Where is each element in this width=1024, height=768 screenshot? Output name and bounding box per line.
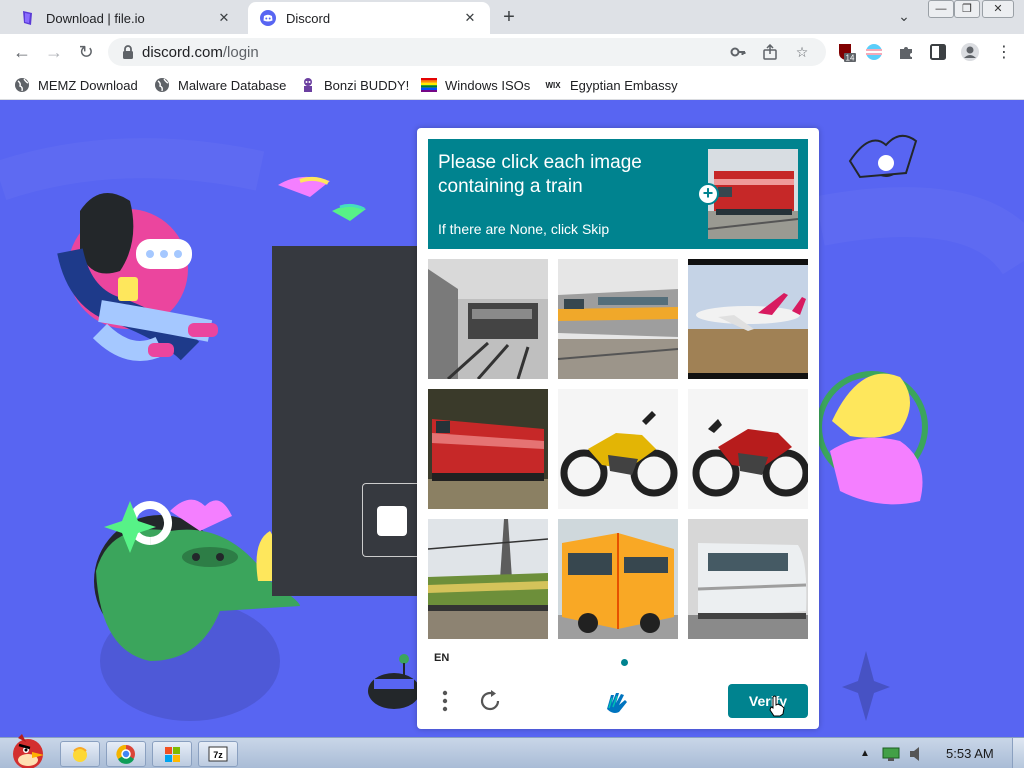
url-path: /login	[222, 44, 259, 61]
taskbar-chrome[interactable]	[106, 741, 146, 767]
bookmark-label: Bonzi BUDDY!	[324, 77, 410, 93]
challenge-image-6[interactable]	[688, 389, 808, 509]
new-tab-button[interactable]: +	[498, 6, 520, 28]
challenge-image-9[interactable]	[688, 519, 808, 639]
bookmark-label: Malware Database	[178, 77, 287, 93]
taskbar-7zip[interactable]: 7z	[198, 741, 238, 767]
rainbow-flag-icon	[421, 77, 437, 93]
url-host: discord.com	[142, 44, 223, 61]
add-example-icon[interactable]: +	[697, 183, 719, 205]
bookmark-label: MEMZ Download	[38, 77, 138, 93]
hand-cursor-icon	[769, 695, 785, 717]
bookmark-malware-database[interactable]: Malware Database	[154, 76, 286, 94]
windows-flag-icon	[165, 747, 180, 762]
bookmark-egyptian-embassy[interactable]: WIX Egyptian Embassy	[544, 76, 678, 94]
sample-train-image	[708, 149, 798, 239]
system-clock[interactable]: 5:53 AM	[946, 738, 994, 768]
qr-square-icon	[377, 506, 407, 536]
tab-close-icon[interactable]: ✕	[462, 10, 478, 26]
challenge-skip-hint: If there are None, click Skip	[438, 221, 610, 237]
language-selector[interactable]: EN	[434, 652, 449, 664]
verify-button[interactable]: Verify	[728, 684, 808, 718]
tab-discord[interactable]: Discord ✕	[248, 2, 490, 34]
wix-icon: WIX	[545, 80, 561, 90]
angry-bird-start-icon[interactable]	[4, 730, 52, 768]
bookmark-bonzi-buddy[interactable]: Bonzi BUDDY!	[300, 76, 409, 94]
tab-title: Discord	[286, 10, 331, 26]
challenge-image-4[interactable]	[428, 389, 548, 509]
discord-favicon-icon	[260, 10, 276, 26]
page-indicator-dot	[621, 659, 628, 666]
challenge-prompt: Please click each image containing a tra…	[428, 139, 808, 249]
hcaptcha-logo-icon[interactable]	[601, 687, 633, 717]
challenge-image-5[interactable]	[558, 389, 678, 509]
refresh-challenge-icon[interactable]	[477, 688, 503, 714]
share-icon[interactable]	[762, 43, 778, 60]
kebab-menu-icon[interactable]: ⋮	[994, 42, 1014, 62]
bookmark-star-icon[interactable]: ☆	[794, 44, 810, 60]
bookmark-label: Egyptian Embassy	[570, 77, 678, 93]
qr-code-panel	[362, 483, 422, 557]
show-desktop-button[interactable]	[1012, 738, 1024, 768]
address-bar[interactable]: discord.com/login ☆	[108, 38, 826, 66]
show-hidden-icons-button[interactable]: ▲	[860, 738, 870, 768]
svg-text:7z: 7z	[213, 750, 223, 760]
challenge-instruction: Please click each image containing a tra…	[438, 152, 642, 197]
ublock-extension-icon[interactable]: 14	[836, 42, 856, 63]
key-icon[interactable]	[730, 44, 746, 60]
bookmarks-bar: MEMZ Download Malware Database Bonzi BUD…	[0, 70, 1024, 100]
back-arrow-icon[interactable]: ←	[10, 40, 34, 64]
challenge-image-3[interactable]	[688, 259, 808, 379]
profile-avatar-icon[interactable]	[960, 42, 980, 62]
network-icon[interactable]	[882, 746, 900, 762]
tab-close-icon[interactable]: ✕	[216, 10, 232, 26]
puzzle-extensions-icon[interactable]	[896, 42, 916, 62]
windows-taskbar: 7z ▲ 5:53 AM	[0, 734, 1024, 768]
challenge-image-2[interactable]	[558, 259, 678, 379]
browser-toolbar: ← → ↻ discord.com/login ☆ 14 ⋮	[0, 34, 1024, 70]
file-io-favicon-icon	[20, 10, 36, 26]
restore-button[interactable]: ❐	[954, 0, 980, 18]
hcaptcha-dialog: Please click each image containing a tra…	[417, 128, 819, 729]
taskbar-windows-media[interactable]	[152, 741, 192, 767]
side-panel-icon[interactable]	[928, 42, 948, 62]
tab-title: Download | file.io	[46, 10, 145, 26]
bonzi-icon	[300, 77, 316, 93]
menu-dots-icon[interactable]	[437, 688, 453, 714]
chrome-icon	[116, 744, 135, 764]
challenge-image-7[interactable]	[428, 519, 548, 639]
tab-strip: Download | file.io ✕ Discord ✕ + ⌄ — ❐ ✕	[0, 0, 1024, 34]
extension-badge-count: 14	[846, 54, 855, 63]
taskbar-file-explorer[interactable]	[60, 741, 100, 767]
globe-icon	[154, 77, 170, 93]
challenge-image-8[interactable]	[558, 519, 678, 639]
bookmark-label: Windows ISOs	[445, 77, 531, 93]
tab-search-chevron-icon[interactable]: ⌄	[894, 8, 914, 28]
reload-icon[interactable]: ↻	[74, 40, 98, 64]
challenge-image-1[interactable]	[428, 259, 548, 379]
volume-icon[interactable]	[908, 746, 926, 762]
globe-icon	[14, 77, 30, 93]
bookmark-windows-isos[interactable]: Windows ISOs	[421, 76, 530, 94]
sticky-note-icon	[73, 747, 87, 762]
close-window-button[interactable]: ✕	[982, 0, 1014, 18]
minimize-button[interactable]: —	[928, 0, 954, 18]
lock-icon	[120, 44, 136, 60]
url-text[interactable]: discord.com/login	[142, 44, 259, 61]
7zip-icon: 7z	[208, 746, 228, 762]
forward-arrow-icon[interactable]: →	[42, 40, 66, 64]
bookmark-memz-download[interactable]: MEMZ Download	[14, 76, 138, 94]
tab-file-io[interactable]: Download | file.io ✕	[8, 2, 244, 34]
trans-flag-extension-icon[interactable]	[864, 42, 884, 62]
